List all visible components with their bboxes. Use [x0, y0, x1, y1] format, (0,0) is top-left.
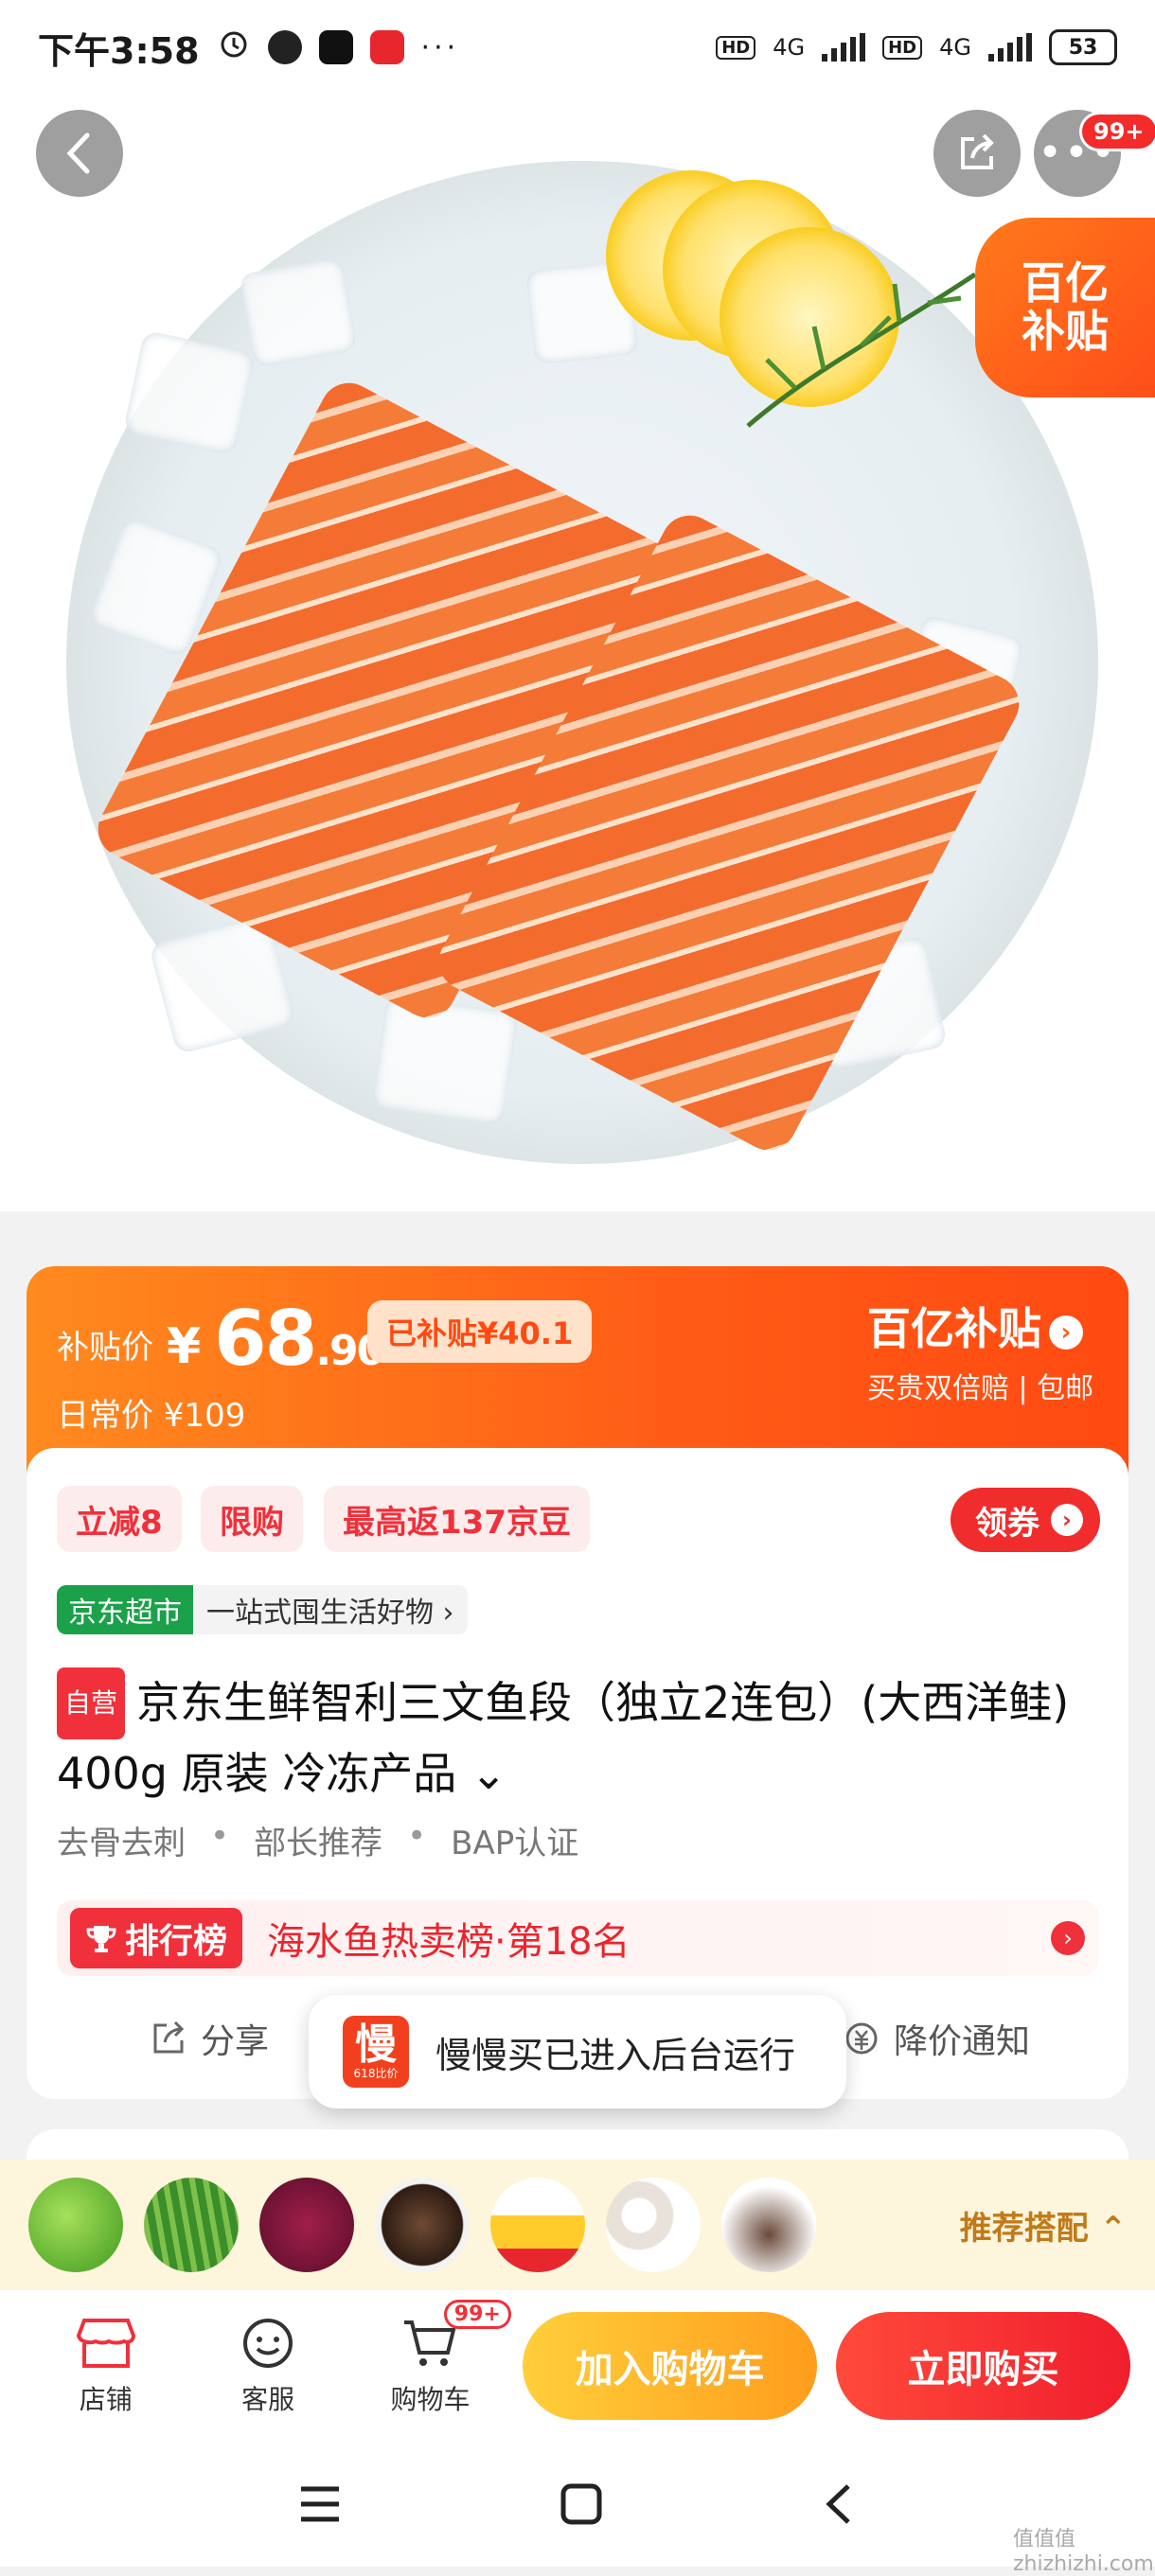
product-image-gallery[interactable]: 百亿 补贴 1 7: [0, 95, 1155, 1211]
chevron-right-icon: ›: [1051, 1921, 1085, 1955]
feature-item: BAP认证: [451, 1825, 579, 1862]
tiktok-notification-icon: [318, 30, 353, 64]
subsidy-line-1: 百亿: [1022, 257, 1109, 309]
signal-icon: [822, 33, 866, 62]
ranking-bar[interactable]: 排行榜 海水鱼热卖榜·第18名 ›: [57, 1900, 1098, 1976]
share-icon: [153, 2020, 185, 2054]
bottom-action-bar: 店铺 客服 99+ 购物车 加入购物车 立即购买: [0, 2290, 1155, 2442]
promo-chip-beans[interactable]: 最高返137京豆: [324, 1486, 590, 1552]
back-button[interactable]: [36, 110, 123, 197]
subsidy-program-link[interactable]: 百亿补贴 ›: [867, 1295, 1083, 1357]
ice-cube: [371, 994, 519, 1126]
site-watermark: 值值值 zhizhizhi.com: [1013, 2528, 1154, 2576]
shop-label: 店铺: [79, 2384, 133, 2415]
shop-nav[interactable]: 店铺: [25, 2315, 187, 2417]
hd-icon-2: HD: [882, 35, 923, 60]
back-icon[interactable]: [820, 2482, 858, 2526]
feature-item: 部长推荐: [254, 1825, 383, 1862]
buy-now-button[interactable]: 立即购买: [836, 2312, 1130, 2420]
manmanmai-app-icon: 慢 618比价: [343, 2016, 409, 2088]
chevron-left-icon: [66, 132, 90, 174]
price-alert-action[interactable]: 降价通知: [843, 2014, 1030, 2063]
toast-text: 慢慢买已进入后台运行: [435, 2034, 796, 2076]
cart-label: 购物车: [390, 2384, 471, 2415]
share-action[interactable]: 分享: [150, 2014, 269, 2063]
service-nav[interactable]: 客服: [187, 2315, 348, 2417]
shopping-notification-icon: [369, 30, 404, 64]
product-title[interactable]: 自营 京东生鲜智利三文鱼段（独立2连包）(大西洋鲑) 400g 原装 冷冻产品 ⌄: [57, 1667, 1098, 1808]
subsidy-program-name: 百亿补贴: [867, 1303, 1041, 1354]
more-badge: 99+: [1079, 112, 1155, 151]
price-integer: 68: [214, 1295, 317, 1383]
trophy-icon: [86, 1926, 116, 1952]
service-label: 客服: [241, 2384, 295, 2415]
supermarket-name: 京东超市: [57, 1585, 193, 1634]
system-navigation-bar: [0, 2442, 1155, 2567]
price-alert-label: 降价通知: [894, 2022, 1031, 2061]
status-notification-icons: ···: [217, 26, 460, 69]
toast-icon-sub: 618比价: [353, 2067, 399, 2080]
subsidized-amount-tag: 已补贴¥40.1: [367, 1300, 593, 1363]
signal-icon-2: [988, 33, 1032, 62]
share-label: 分享: [201, 2022, 270, 2061]
status-time: 下午3:58: [38, 29, 200, 72]
chevron-right-icon: ›: [1051, 1504, 1083, 1536]
status-bar: 下午3:58 ··· HD 4G HD 4G 53: [0, 0, 1155, 95]
subsidy-price-label: 补贴价: [57, 1329, 153, 1367]
alarm-icon: [217, 26, 251, 69]
background-running-toast: 慢 618比价 慢慢买已进入后台运行: [309, 1995, 846, 2108]
cart-nav[interactable]: 99+ 购物车: [349, 2300, 511, 2417]
fishball-product-thumb[interactable]: [606, 2178, 701, 2272]
add-to-cart-button[interactable]: 加入购物车: [523, 2312, 818, 2420]
ranking-tag: 排行榜: [70, 1908, 243, 1968]
shop-icon: [76, 2319, 135, 2368]
cart-badge: 99+: [443, 2300, 511, 2329]
recommend-more[interactable]: 推荐搭配 ⌃: [960, 2202, 1127, 2249]
app-notification-icon: [267, 30, 302, 64]
menu-icon[interactable]: [297, 2483, 343, 2525]
hd-icon: HD: [716, 35, 756, 60]
separator-dot: •: [407, 1817, 427, 1855]
customer-service-icon: [243, 2319, 293, 2368]
supermarket-slogan: 一站式囤生活好物 ›: [193, 1585, 468, 1634]
product-features: 去骨去刺 • 部长推荐 • BAP认证: [57, 1817, 578, 1863]
recommend-strip[interactable]: 推荐搭配 ⌃: [0, 2160, 1155, 2290]
network-label-1: 4G: [773, 34, 806, 61]
subsidy-corner-badge: 百亿 补贴: [975, 218, 1155, 397]
ranking-text: 海水鱼热卖榜·第18名: [267, 1920, 631, 1964]
price-drop-icon: [845, 2022, 878, 2055]
price-currency: ¥: [167, 1318, 202, 1375]
chevron-right-icon: ›: [1049, 1314, 1083, 1350]
seasoning-product-thumb[interactable]: [721, 2178, 816, 2272]
coupon-label: 领券: [975, 1504, 1040, 1543]
share-icon: [961, 133, 994, 169]
status-right: HD 4G HD 4G 53: [716, 29, 1117, 65]
separator-dot: •: [210, 1817, 230, 1855]
supermarket-badge[interactable]: 京东超市 一站式囤生活好物 ›: [57, 1585, 468, 1634]
share-button[interactable]: [933, 110, 1021, 197]
toast-icon-char: 慢: [355, 2020, 397, 2069]
battery-icon: 53: [1049, 29, 1117, 65]
delivery-product-thumb[interactable]: [490, 2178, 585, 2272]
home-icon[interactable]: [560, 2482, 603, 2526]
more-notifications-icon: ···: [420, 30, 460, 64]
herbs-product-thumb[interactable]: [144, 2178, 239, 2272]
herb-sprig-icon: [746, 272, 977, 428]
subsidy-program-sub: 买贵双倍赔 | 包邮: [867, 1372, 1094, 1405]
ice-cube: [239, 256, 358, 368]
feature-item: 去骨去刺: [57, 1825, 186, 1862]
mushroom-product-thumb[interactable]: [375, 2178, 470, 2272]
onion-product-thumb[interactable]: [259, 2178, 354, 2272]
promo-chip-limit[interactable]: 限购: [201, 1486, 303, 1552]
get-coupon-button[interactable]: 领券 ›: [951, 1488, 1100, 1552]
promo-chip-discount[interactable]: 立减8: [57, 1486, 182, 1552]
network-label-2: 4G: [939, 34, 971, 61]
subsidy-price: 68.90: [214, 1295, 385, 1383]
daily-price: 日常价 ¥109: [57, 1397, 246, 1435]
lime-product-thumb[interactable]: [28, 2178, 123, 2272]
ranking-tag-label: 排行榜: [125, 1922, 228, 1961]
product-title-text: 京东生鲜智利三文鱼段（独立2连包）(大西洋鲑) 400g 原装 冷冻产品 ⌄: [57, 1677, 1070, 1799]
self-operated-tag: 自营: [57, 1667, 126, 1739]
subsidy-line-2: 补贴: [1022, 306, 1109, 357]
